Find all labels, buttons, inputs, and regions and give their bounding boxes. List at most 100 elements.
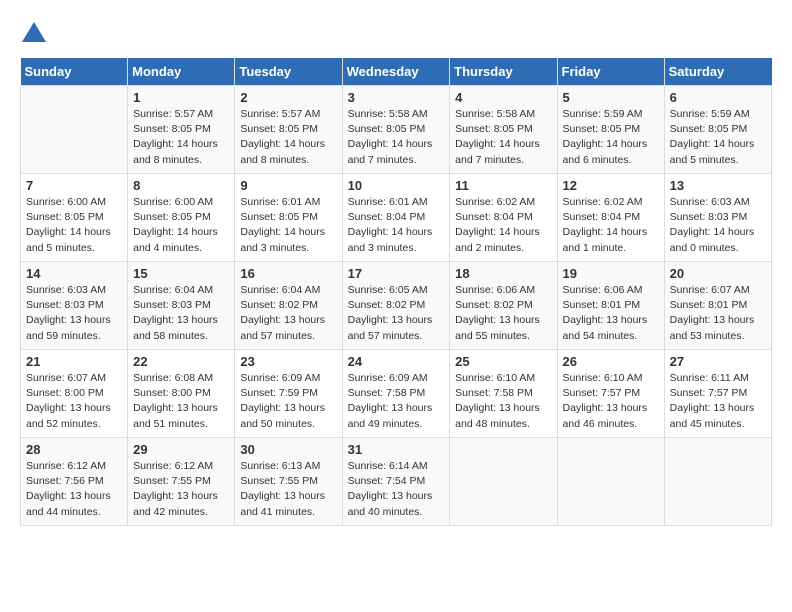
day-info: Sunrise: 6:00 AM Sunset: 8:05 PM Dayligh… (26, 195, 122, 256)
day-number: 29 (133, 442, 229, 457)
day-number: 1 (133, 90, 229, 105)
day-number: 16 (240, 266, 336, 281)
day-cell: 7Sunrise: 6:00 AM Sunset: 8:05 PM Daylig… (21, 174, 128, 262)
col-header-sunday: Sunday (21, 58, 128, 86)
day-cell: 25 Sunrise: 6:10 AM Sunset: 7:58 PM Dayli… (450, 350, 557, 438)
day-number: 2 (240, 90, 336, 105)
day-info: Sunrise: 6:02 AM Sunset: 8:04 PM Dayligh… (563, 195, 659, 256)
day-number: 28 (26, 442, 122, 457)
page-header (20, 20, 772, 48)
day-cell: 17 Sunrise: 6:05 AM Sunset: 8:02 PM Dayli… (342, 262, 450, 350)
day-cell (450, 438, 557, 526)
day-number: 3 (348, 90, 445, 105)
day-info: Sunrise: 6:06 AM Sunset: 8:02 PM Dayligh… (455, 283, 551, 344)
day-info: Sunrise: 6:03 AM Sunset: 8:03 PM Dayligh… (670, 195, 766, 256)
day-cell: 10 Sunrise: 6:01 AM Sunset: 8:04 PM Dayli… (342, 174, 450, 262)
day-cell: 22 Sunrise: 6:08 AM Sunset: 8:00 PM Dayli… (128, 350, 235, 438)
day-cell: 19 Sunrise: 6:06 AM Sunset: 8:01 PM Dayli… (557, 262, 664, 350)
day-cell: 31Sunrise: 6:14 AM Sunset: 7:54 PM Dayli… (342, 438, 450, 526)
day-cell: 26Sunrise: 6:10 AM Sunset: 7:57 PM Dayli… (557, 350, 664, 438)
day-number: 11 (455, 178, 551, 193)
day-number: 4 (455, 90, 551, 105)
day-cell: 27 Sunrise: 6:11 AM Sunset: 7:57 PM Dayli… (664, 350, 771, 438)
week-row-1: 1 Sunrise: 5:57 AM Sunset: 8:05 PM Daylig… (21, 86, 772, 174)
day-info: Sunrise: 5:58 AM Sunset: 8:05 PM Dayligh… (455, 107, 551, 168)
week-row-5: 28 Sunrise: 6:12 AM Sunset: 7:56 PM Dayli… (21, 438, 772, 526)
day-info: Sunrise: 6:07 AM Sunset: 8:00 PM Dayligh… (26, 371, 122, 432)
day-cell: 13 Sunrise: 6:03 AM Sunset: 8:03 PM Dayli… (664, 174, 771, 262)
day-cell: 28 Sunrise: 6:12 AM Sunset: 7:56 PM Dayli… (21, 438, 128, 526)
day-info: Sunrise: 6:02 AM Sunset: 8:04 PM Dayligh… (455, 195, 551, 256)
day-number: 13 (670, 178, 766, 193)
day-cell: 12 Sunrise: 6:02 AM Sunset: 8:04 PM Dayli… (557, 174, 664, 262)
day-number: 27 (670, 354, 766, 369)
day-info: Sunrise: 6:00 AM Sunset: 8:05 PM Dayligh… (133, 195, 229, 256)
day-number: 30 (240, 442, 336, 457)
col-header-tuesday: Tuesday (235, 58, 342, 86)
day-cell: 8 Sunrise: 6:00 AM Sunset: 8:05 PM Daylig… (128, 174, 235, 262)
day-info: Sunrise: 6:05 AM Sunset: 8:02 PM Dayligh… (348, 283, 445, 344)
day-info: Sunrise: 5:59 AM Sunset: 8:05 PM Dayligh… (670, 107, 766, 168)
col-header-monday: Monday (128, 58, 235, 86)
day-info: Sunrise: 6:01 AM Sunset: 8:05 PM Dayligh… (240, 195, 336, 256)
day-number: 24 (348, 354, 445, 369)
day-info: Sunrise: 5:57 AM Sunset: 8:05 PM Dayligh… (133, 107, 229, 168)
day-cell: 23 Sunrise: 6:09 AM Sunset: 7:59 PM Dayli… (235, 350, 342, 438)
day-info: Sunrise: 6:03 AM Sunset: 8:03 PM Dayligh… (26, 283, 122, 344)
day-info: Sunrise: 6:12 AM Sunset: 7:56 PM Dayligh… (26, 459, 122, 520)
calendar-table: SundayMondayTuesdayWednesdayThursdayFrid… (20, 58, 772, 526)
day-cell: 29Sunrise: 6:12 AM Sunset: 7:55 PM Dayli… (128, 438, 235, 526)
day-cell: 15Sunrise: 6:04 AM Sunset: 8:03 PM Dayli… (128, 262, 235, 350)
day-cell: 1 Sunrise: 5:57 AM Sunset: 8:05 PM Daylig… (128, 86, 235, 174)
day-number: 9 (240, 178, 336, 193)
day-number: 8 (133, 178, 229, 193)
day-info: Sunrise: 6:09 AM Sunset: 7:58 PM Dayligh… (348, 371, 445, 432)
day-cell: 4 Sunrise: 5:58 AM Sunset: 8:05 PM Daylig… (450, 86, 557, 174)
day-info: Sunrise: 6:13 AM Sunset: 7:55 PM Dayligh… (240, 459, 336, 520)
day-number: 22 (133, 354, 229, 369)
day-number: 20 (670, 266, 766, 281)
day-cell (664, 438, 771, 526)
day-number: 6 (670, 90, 766, 105)
day-info: Sunrise: 6:08 AM Sunset: 8:00 PM Dayligh… (133, 371, 229, 432)
day-cell: 6 Sunrise: 5:59 AM Sunset: 8:05 PM Daylig… (664, 86, 771, 174)
col-header-wednesday: Wednesday (342, 58, 450, 86)
day-number: 26 (563, 354, 659, 369)
day-number: 14 (26, 266, 122, 281)
day-number: 10 (348, 178, 445, 193)
day-info: Sunrise: 5:59 AM Sunset: 8:05 PM Dayligh… (563, 107, 659, 168)
day-number: 31 (348, 442, 445, 457)
day-info: Sunrise: 6:04 AM Sunset: 8:02 PM Dayligh… (240, 283, 336, 344)
day-number: 21 (26, 354, 122, 369)
day-info: Sunrise: 5:57 AM Sunset: 8:05 PM Dayligh… (240, 107, 336, 168)
day-info: Sunrise: 6:04 AM Sunset: 8:03 PM Dayligh… (133, 283, 229, 344)
day-info: Sunrise: 6:09 AM Sunset: 7:59 PM Dayligh… (240, 371, 336, 432)
day-number: 12 (563, 178, 659, 193)
day-cell: 20 Sunrise: 6:07 AM Sunset: 8:01 PM Dayli… (664, 262, 771, 350)
day-number: 18 (455, 266, 551, 281)
day-cell: 21 Sunrise: 6:07 AM Sunset: 8:00 PM Dayli… (21, 350, 128, 438)
header-row: SundayMondayTuesdayWednesdayThursdayFrid… (21, 58, 772, 86)
col-header-friday: Friday (557, 58, 664, 86)
day-cell: 11 Sunrise: 6:02 AM Sunset: 8:04 PM Dayli… (450, 174, 557, 262)
week-row-3: 14 Sunrise: 6:03 AM Sunset: 8:03 PM Dayli… (21, 262, 772, 350)
day-info: Sunrise: 6:01 AM Sunset: 8:04 PM Dayligh… (348, 195, 445, 256)
logo (20, 20, 52, 48)
day-info: Sunrise: 6:06 AM Sunset: 8:01 PM Dayligh… (563, 283, 659, 344)
col-header-saturday: Saturday (664, 58, 771, 86)
day-cell (21, 86, 128, 174)
day-cell: 24 Sunrise: 6:09 AM Sunset: 7:58 PM Dayli… (342, 350, 450, 438)
day-info: Sunrise: 6:10 AM Sunset: 7:58 PM Dayligh… (455, 371, 551, 432)
day-number: 19 (563, 266, 659, 281)
day-cell: 18 Sunrise: 6:06 AM Sunset: 8:02 PM Dayli… (450, 262, 557, 350)
day-info: Sunrise: 6:07 AM Sunset: 8:01 PM Dayligh… (670, 283, 766, 344)
day-cell: 9 Sunrise: 6:01 AM Sunset: 8:05 PM Daylig… (235, 174, 342, 262)
day-cell: 30 Sunrise: 6:13 AM Sunset: 7:55 PM Dayli… (235, 438, 342, 526)
day-cell: 16 Sunrise: 6:04 AM Sunset: 8:02 PM Dayli… (235, 262, 342, 350)
week-row-4: 21 Sunrise: 6:07 AM Sunset: 8:00 PM Dayli… (21, 350, 772, 438)
logo-icon (20, 20, 48, 48)
day-number: 25 (455, 354, 551, 369)
day-number: 23 (240, 354, 336, 369)
day-info: Sunrise: 6:11 AM Sunset: 7:57 PM Dayligh… (670, 371, 766, 432)
day-number: 17 (348, 266, 445, 281)
